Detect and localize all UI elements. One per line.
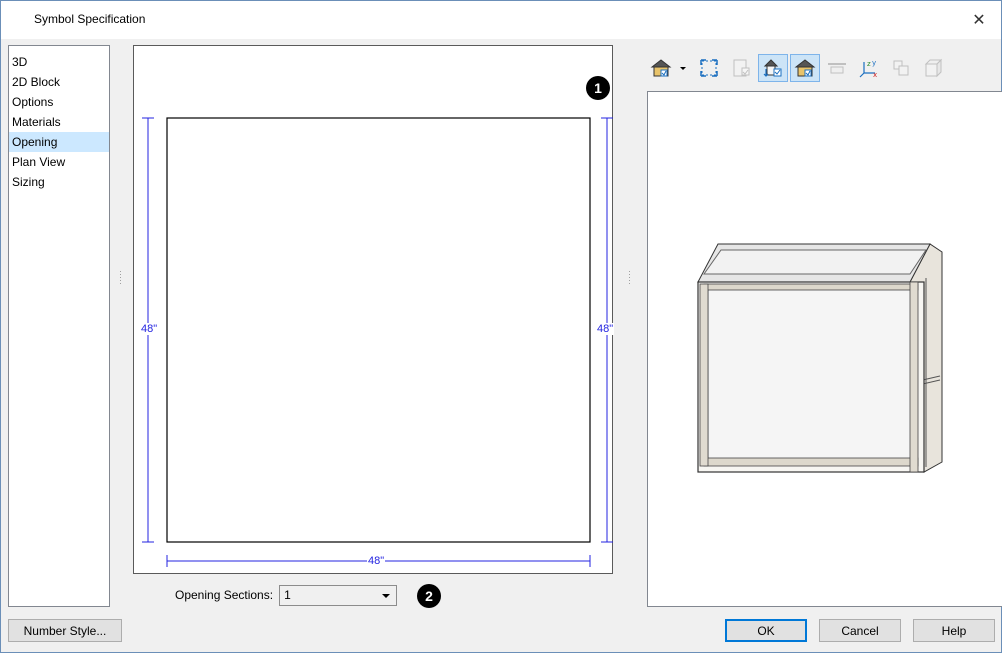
opening-sections-row: Opening Sections: 1	[175, 584, 398, 606]
fill-window-icon	[700, 59, 718, 77]
category-item-plan-view[interactable]: Plan View	[9, 152, 109, 172]
show-cross-section-icon	[763, 59, 782, 77]
show-cross-section-button[interactable]	[758, 54, 788, 82]
bounding-box-button[interactable]	[918, 54, 948, 82]
left-splitter-handle[interactable]	[119, 269, 122, 289]
show-door-swing-button[interactable]	[726, 54, 756, 82]
camera-view-button[interactable]	[646, 54, 676, 82]
show-door-swing-icon	[733, 59, 750, 77]
camera-view-dropdown[interactable]	[676, 54, 690, 82]
right-dimension-label: 48"	[596, 323, 615, 335]
camera-view-icon	[650, 59, 672, 77]
right-splitter-handle[interactable]	[628, 269, 631, 289]
help-button[interactable]: Help	[913, 619, 995, 642]
svg-text:z: z	[867, 60, 871, 68]
fill-window-button[interactable]	[694, 54, 724, 82]
svg-text:x: x	[873, 71, 877, 79]
close-icon: ✕	[972, 12, 986, 29]
callout-badge-2: 2	[417, 584, 441, 608]
category-item-2d-block[interactable]: 2D Block	[9, 72, 109, 92]
title-bar: Symbol Specification ✕	[1, 1, 1001, 39]
xyz-axis-icon: z y x	[859, 59, 877, 79]
show-materials-icon	[794, 59, 816, 77]
dialog-title: Symbol Specification	[34, 12, 146, 26]
show-materials-button[interactable]	[790, 54, 820, 82]
category-item-3d[interactable]: 3D	[9, 52, 109, 72]
opening-outline	[166, 117, 591, 543]
number-style-button[interactable]: Number Style...	[8, 619, 122, 642]
svg-text:y: y	[872, 59, 876, 67]
cancel-button[interactable]: Cancel	[819, 619, 901, 642]
symbol-specification-dialog: Symbol Specification ✕ 3D 2D Block Optio…	[0, 0, 1002, 653]
category-item-opening[interactable]: Opening	[9, 132, 109, 152]
callout-badge-1: 1	[586, 76, 610, 100]
ok-button[interactable]: OK	[725, 619, 807, 642]
opening-sections-value: 1	[284, 588, 291, 602]
symbol-origin-button[interactable]	[886, 54, 916, 82]
bounding-box-icon	[924, 58, 943, 78]
category-item-materials[interactable]: Materials	[9, 112, 109, 132]
chevron-down-icon	[680, 66, 686, 70]
bottom-dimension-label: 48"	[367, 555, 386, 567]
category-list[interactable]: 3D 2D Block Options Materials Opening Pl…	[8, 45, 110, 607]
window-3d-model	[697, 243, 943, 473]
symbol-origin-icon	[893, 60, 909, 76]
show-horizon-icon	[828, 63, 846, 74]
chevron-down-icon	[382, 593, 391, 598]
category-item-sizing[interactable]: Sizing	[9, 172, 109, 192]
category-item-options[interactable]: Options	[9, 92, 109, 112]
xyz-axis-button[interactable]: z y x	[854, 54, 884, 82]
opening-preview-2d: 48" 48" 48" 1	[133, 45, 615, 574]
close-button[interactable]: ✕	[957, 1, 1001, 39]
left-dimension-label: 48"	[140, 323, 159, 335]
show-horizon-button[interactable]	[822, 54, 852, 82]
opening-sections-label: Opening Sections:	[175, 588, 274, 602]
preview-3d[interactable]	[647, 91, 1002, 607]
opening-sections-dropdown[interactable]: 1	[279, 584, 398, 606]
preview-toolbar: z y x	[646, 53, 950, 83]
opening-drawing	[142, 117, 613, 567]
